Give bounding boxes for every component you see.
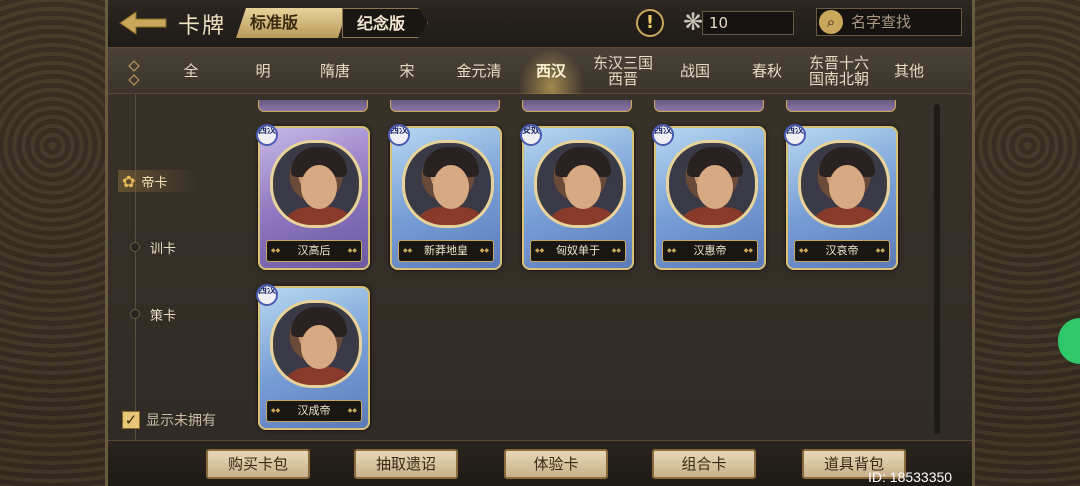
- right-decor-panel: [972, 0, 1080, 486]
- hero-portrait: [270, 140, 362, 228]
- hero-card[interactable]: 西汉 汉惠帝: [652, 124, 766, 270]
- search-input[interactable]: [851, 11, 957, 33]
- card-grid: 西汉 汉高后 西汉 新莽地皇 安奴 匈奴单于 西汉 汉惠帝: [254, 100, 934, 440]
- tab-commemorative-edition[interactable]: 纪念版: [342, 8, 428, 38]
- era-badge: 西汉: [256, 284, 278, 306]
- era-badge: 西汉: [784, 124, 806, 146]
- buy-pack-button[interactable]: 购买卡包: [206, 449, 310, 479]
- era-badge: 西汉: [652, 124, 674, 146]
- hero-card[interactable]: 西汉 新莽地皇: [388, 124, 502, 270]
- era-tab-dongjin[interactable]: 东晋十六 国南北朝: [804, 48, 874, 94]
- category-dot-icon: [130, 242, 140, 252]
- trial-card-button[interactable]: 体验卡: [504, 449, 608, 479]
- category-label: 帝卡: [141, 175, 168, 191]
- category-strategy[interactable]: 策卡: [122, 303, 176, 325]
- combo-card-button[interactable]: 组合卡: [652, 449, 756, 479]
- hero-portrait: [534, 140, 626, 228]
- left-decor-panel: [0, 0, 108, 486]
- card-stub: [390, 100, 500, 112]
- card-stub: [522, 100, 632, 112]
- era-tab-other[interactable]: 其他: [876, 48, 942, 94]
- back-arrow-icon[interactable]: [118, 8, 168, 38]
- era-bar-diamond-icon: [128, 60, 140, 72]
- category-label: 训卡: [150, 241, 177, 257]
- search-box: ⌕: [816, 8, 962, 36]
- era-tab-zhanguo[interactable]: 战国: [662, 48, 728, 94]
- category-label: 策卡: [150, 308, 177, 324]
- search-icon[interactable]: ⌕: [819, 10, 843, 34]
- era-badge: 安奴: [520, 124, 542, 146]
- checkbox-checked-icon[interactable]: ✓: [122, 411, 140, 429]
- category-training[interactable]: 训卡: [122, 236, 176, 258]
- card-collection-screen: 卡牌 标准版 纪念版 ! ❋ 10 ⌕ 全 明 隋唐 宋 金元清 西汉 东汉三国…: [108, 0, 972, 486]
- category-line: [135, 94, 136, 440]
- show-unowned-label: 显示未拥有: [146, 413, 216, 429]
- card-stub: [258, 100, 368, 112]
- era-tab-bar: 全 明 隋唐 宋 金元清 西汉 东汉三国 西晋 战国 春秋 东晋十六 国南北朝 …: [108, 48, 972, 94]
- hero-name: 汉惠帝: [662, 240, 758, 262]
- hero-name: 汉哀帝: [794, 240, 890, 262]
- era-badge: 西汉: [256, 124, 278, 146]
- era-bar-diamond-icon: [128, 74, 140, 86]
- hero-portrait: [270, 300, 362, 388]
- hero-name: 新莽地皇: [398, 240, 494, 262]
- era-tab-chunqiu[interactable]: 春秋: [734, 48, 800, 94]
- hero-portrait: [402, 140, 494, 228]
- bottom-action-bar: 购买卡包 抽取遗诏 体验卡 组合卡 道具背包: [108, 440, 972, 486]
- era-tab-song[interactable]: 宋: [374, 48, 440, 94]
- era-badge: 西汉: [388, 124, 410, 146]
- hero-name: 汉成帝: [266, 400, 362, 422]
- hero-portrait: [798, 140, 890, 228]
- hero-card[interactable]: 西汉 汉哀帝: [784, 124, 898, 270]
- card-stub: [654, 100, 764, 112]
- draw-edict-button[interactable]: 抽取遗诏: [354, 449, 458, 479]
- card-stub: [786, 100, 896, 112]
- notice-icon[interactable]: !: [636, 9, 664, 37]
- era-tab-xihan[interactable]: 西汉: [518, 48, 584, 94]
- card-grid-scrollbar[interactable]: [934, 104, 940, 434]
- category-dot-icon: [130, 309, 140, 319]
- tab-standard-edition[interactable]: 标准版: [236, 8, 348, 38]
- hero-card[interactable]: 西汉 汉高后: [256, 124, 370, 270]
- hero-portrait: [666, 140, 758, 228]
- era-tab-jinyuanqing[interactable]: 金元清: [446, 48, 512, 94]
- show-unowned-toggle[interactable]: ✓ 显示未拥有: [122, 410, 216, 430]
- player-id: ID: 18533350: [868, 469, 953, 485]
- category-emperor[interactable]: ✿ 帝卡: [118, 170, 198, 192]
- hero-card[interactable]: 西汉 汉成帝: [256, 284, 370, 430]
- page-title: 卡牌: [178, 14, 227, 39]
- era-tab-donghan[interactable]: 东汉三国 西晋: [588, 48, 658, 94]
- hero-name: 汉高后: [266, 240, 362, 262]
- era-tab-suitang[interactable]: 隋唐: [302, 48, 368, 94]
- lotus-icon: ✿: [122, 171, 136, 191]
- era-tab-ming[interactable]: 明: [230, 48, 296, 94]
- hero-card[interactable]: 安奴 匈奴单于: [520, 124, 634, 270]
- hero-name: 匈奴单于: [530, 240, 626, 262]
- era-tab-all[interactable]: 全: [158, 48, 224, 94]
- currency-count: 10: [702, 11, 794, 35]
- header: 卡牌 标准版 纪念版 ! ❋ 10 ⌕: [108, 0, 972, 48]
